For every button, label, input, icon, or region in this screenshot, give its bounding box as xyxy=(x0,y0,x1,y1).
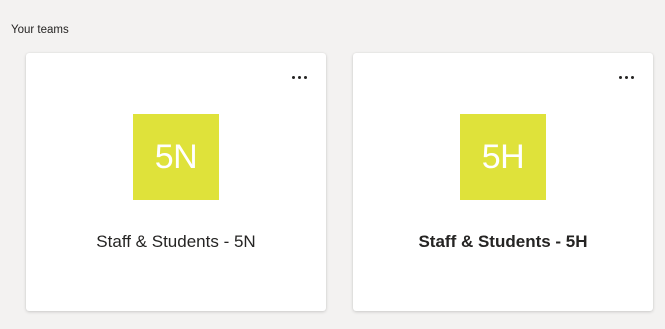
more-options-dot xyxy=(624,75,628,79)
team-name: Staff & Students - 5N xyxy=(96,232,256,251)
team-avatar: 5N xyxy=(133,114,219,200)
more-options-dot xyxy=(618,75,622,79)
more-options-dot xyxy=(297,75,301,79)
section-title-your-teams: Your teams xyxy=(11,24,69,36)
team-card-5h[interactable]: 5H Staff & Students - 5H xyxy=(353,53,653,311)
team-card-5n[interactable]: 5N Staff & Students - 5N xyxy=(26,53,326,311)
more-options-dot xyxy=(291,75,295,79)
team-name: Staff & Students - 5H xyxy=(418,232,588,251)
more-options-icon[interactable] xyxy=(288,69,310,85)
team-avatar: 5H xyxy=(460,114,546,200)
more-options-dot xyxy=(630,75,634,79)
more-options-dot xyxy=(303,75,307,79)
more-options-icon[interactable] xyxy=(615,69,637,85)
